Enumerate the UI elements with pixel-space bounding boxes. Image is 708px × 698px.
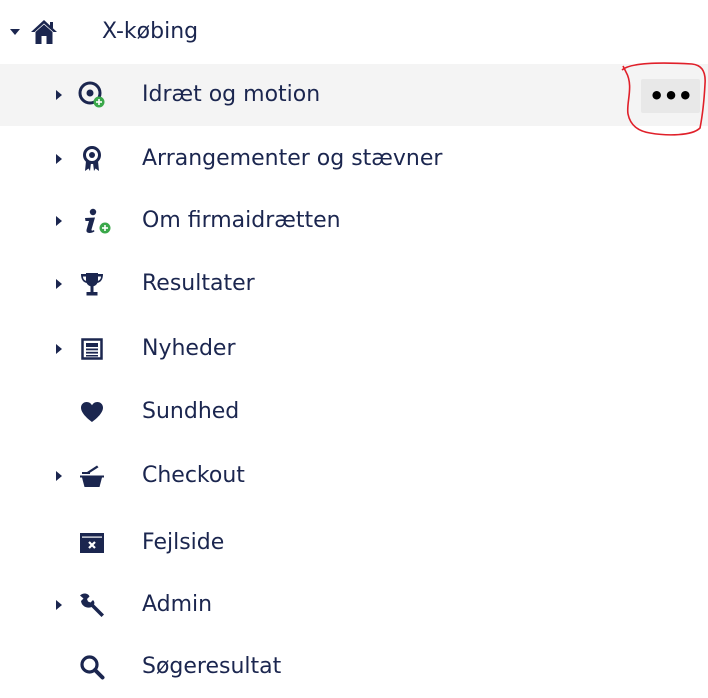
caret-right-icon[interactable] — [56, 344, 62, 354]
tree-node-label: Fejlside — [142, 530, 225, 555]
tree-node-nyheder[interactable]: Nyheder — [0, 318, 708, 380]
tree-node-sundhed[interactable]: Sundhed — [0, 381, 708, 443]
tree-node-admin[interactable]: Admin — [0, 574, 708, 636]
tree-node-label: Om firmaidrætten — [142, 208, 341, 233]
tree-node-label: Nyheder — [142, 336, 236, 361]
caret-right-icon[interactable] — [56, 279, 62, 289]
caret-right-icon[interactable] — [56, 154, 62, 164]
tree-node-checkout[interactable]: Checkout — [0, 445, 708, 507]
tree-node-arrangementer[interactable]: Arrangementer og stævner — [0, 128, 708, 190]
sport-ball-plus-icon — [78, 81, 106, 109]
caret-right-icon[interactable] — [56, 90, 62, 100]
search-icon — [78, 653, 106, 681]
caret-right-icon[interactable] — [56, 471, 62, 481]
basket-icon — [78, 462, 106, 490]
tree-node-root[interactable]: X-købing — [0, 2, 708, 62]
tree-node-idraet-og-motion[interactable]: Idræt og motion ••• — [0, 64, 708, 126]
tree-node-om-firmaidraetten[interactable]: Om firmaidrætten — [0, 190, 708, 252]
home-icon — [30, 18, 58, 46]
tree-node-label: Arrangementer og stævner — [142, 146, 443, 171]
tree-node-label: Søgeresultat — [142, 654, 282, 679]
tree-node-label: Idræt og motion — [142, 82, 321, 107]
info-plus-icon — [78, 207, 112, 235]
newspaper-icon — [78, 335, 106, 363]
wrench-icon — [78, 591, 106, 619]
tree-node-label: Sundhed — [142, 399, 240, 424]
more-actions-icon: ••• — [648, 82, 693, 110]
tree-node-label: X-købing — [102, 19, 199, 44]
trophy-icon — [78, 270, 106, 298]
tree-node-label: Admin — [142, 592, 213, 617]
content-tree: X-købing Idræt og motion ••• Arrangement… — [0, 0, 708, 689]
tree-node-label: Checkout — [142, 463, 245, 488]
caret-right-icon[interactable] — [56, 600, 62, 610]
more-actions-button[interactable]: ••• — [641, 79, 700, 113]
tree-node-fejlside[interactable]: Fejlside — [0, 512, 708, 574]
award-ribbon-icon — [78, 145, 106, 173]
heart-icon — [78, 398, 106, 426]
tree-node-label: Resultater — [142, 271, 255, 296]
tree-node-resultater[interactable]: Resultater — [0, 253, 708, 315]
caret-right-icon[interactable] — [56, 216, 62, 226]
error-window-icon — [78, 529, 106, 557]
caret-down-icon[interactable] — [10, 29, 20, 35]
